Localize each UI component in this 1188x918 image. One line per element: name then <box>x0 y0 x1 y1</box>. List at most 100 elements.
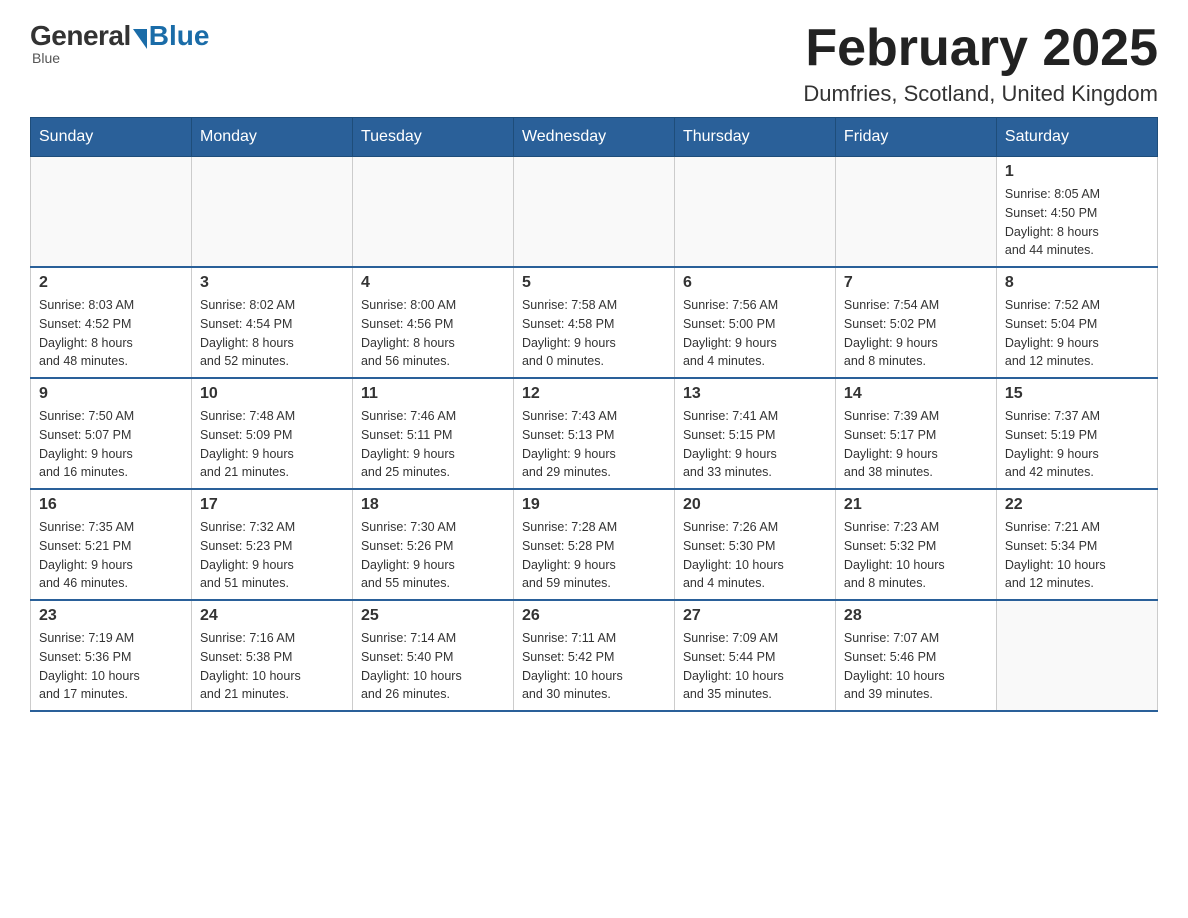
calendar-cell <box>352 157 513 268</box>
logo-blue-text: Blue <box>149 20 210 52</box>
day-info: Sunrise: 7:07 AMSunset: 5:46 PMDaylight:… <box>844 629 988 704</box>
calendar-cell: 9 Sunrise: 7:50 AMSunset: 5:07 PMDaylight… <box>31 378 192 489</box>
calendar-cell: 18 Sunrise: 7:30 AMSunset: 5:26 PMDayligh… <box>352 489 513 600</box>
day-info: Sunrise: 7:16 AMSunset: 5:38 PMDaylight:… <box>200 629 344 704</box>
day-number: 22 <box>1005 496 1149 514</box>
page-title: February 2025 <box>803 20 1158 77</box>
day-info: Sunrise: 7:52 AMSunset: 5:04 PMDaylight:… <box>1005 296 1149 371</box>
calendar-cell: 1 Sunrise: 8:05 AMSunset: 4:50 PMDaylight… <box>996 157 1157 268</box>
day-info: Sunrise: 7:23 AMSunset: 5:32 PMDaylight:… <box>844 518 988 593</box>
calendar-cell: 27 Sunrise: 7:09 AMSunset: 5:44 PMDayligh… <box>674 600 835 711</box>
day-number: 12 <box>522 385 666 403</box>
day-number: 10 <box>200 385 344 403</box>
weekday-header-thursday: Thursday <box>674 118 835 157</box>
day-info: Sunrise: 7:41 AMSunset: 5:15 PMDaylight:… <box>683 407 827 482</box>
week-row-3: 9 Sunrise: 7:50 AMSunset: 5:07 PMDaylight… <box>31 378 1158 489</box>
weekday-header-monday: Monday <box>191 118 352 157</box>
day-number: 13 <box>683 385 827 403</box>
day-number: 21 <box>844 496 988 514</box>
day-number: 20 <box>683 496 827 514</box>
day-info: Sunrise: 8:05 AMSunset: 4:50 PMDaylight:… <box>1005 185 1149 260</box>
day-info: Sunrise: 7:30 AMSunset: 5:26 PMDaylight:… <box>361 518 505 593</box>
calendar-cell <box>31 157 192 268</box>
day-number: 23 <box>39 607 183 625</box>
calendar-cell: 13 Sunrise: 7:41 AMSunset: 5:15 PMDayligh… <box>674 378 835 489</box>
day-info: Sunrise: 7:37 AMSunset: 5:19 PMDaylight:… <box>1005 407 1149 482</box>
day-info: Sunrise: 7:39 AMSunset: 5:17 PMDaylight:… <box>844 407 988 482</box>
day-info: Sunrise: 7:28 AMSunset: 5:28 PMDaylight:… <box>522 518 666 593</box>
calendar-cell: 26 Sunrise: 7:11 AMSunset: 5:42 PMDayligh… <box>513 600 674 711</box>
day-info: Sunrise: 7:43 AMSunset: 5:13 PMDaylight:… <box>522 407 666 482</box>
calendar-cell: 15 Sunrise: 7:37 AMSunset: 5:19 PMDayligh… <box>996 378 1157 489</box>
calendar-cell: 8Sunrise: 7:52 AMSunset: 5:04 PMDaylight… <box>996 267 1157 378</box>
logo-arrow-icon <box>133 29 147 49</box>
page-subtitle: Dumfries, Scotland, United Kingdom <box>803 81 1158 107</box>
day-number: 6 <box>683 274 827 292</box>
calendar-cell: 14 Sunrise: 7:39 AMSunset: 5:17 PMDayligh… <box>835 378 996 489</box>
weekday-header-sunday: Sunday <box>31 118 192 157</box>
week-row-4: 16 Sunrise: 7:35 AMSunset: 5:21 PMDayligh… <box>31 489 1158 600</box>
day-number: 19 <box>522 496 666 514</box>
calendar-cell: 28 Sunrise: 7:07 AMSunset: 5:46 PMDayligh… <box>835 600 996 711</box>
calendar-header: SundayMondayTuesdayWednesdayThursdayFrid… <box>31 118 1158 157</box>
week-row-2: 2Sunrise: 8:03 AMSunset: 4:52 PMDaylight… <box>31 267 1158 378</box>
day-number: 2 <box>39 274 183 292</box>
day-info: Sunrise: 8:00 AMSunset: 4:56 PMDaylight:… <box>361 296 505 371</box>
weekday-header-wednesday: Wednesday <box>513 118 674 157</box>
week-row-5: 23 Sunrise: 7:19 AMSunset: 5:36 PMDayligh… <box>31 600 1158 711</box>
calendar-cell <box>191 157 352 268</box>
day-number: 11 <box>361 385 505 403</box>
day-info: Sunrise: 7:26 AMSunset: 5:30 PMDaylight:… <box>683 518 827 593</box>
day-number: 1 <box>1005 163 1149 181</box>
day-number: 18 <box>361 496 505 514</box>
weekday-header-tuesday: Tuesday <box>352 118 513 157</box>
day-number: 5 <box>522 274 666 292</box>
day-info: Sunrise: 8:02 AMSunset: 4:54 PMDaylight:… <box>200 296 344 371</box>
calendar-cell: 25 Sunrise: 7:14 AMSunset: 5:40 PMDayligh… <box>352 600 513 711</box>
calendar-cell: 23 Sunrise: 7:19 AMSunset: 5:36 PMDayligh… <box>31 600 192 711</box>
day-number: 14 <box>844 385 988 403</box>
logo-subtitle: Blue <box>32 50 60 66</box>
day-info: Sunrise: 7:19 AMSunset: 5:36 PMDaylight:… <box>39 629 183 704</box>
calendar-cell: 4 Sunrise: 8:00 AMSunset: 4:56 PMDaylight… <box>352 267 513 378</box>
weekday-header-friday: Friday <box>835 118 996 157</box>
day-info: Sunrise: 7:50 AMSunset: 5:07 PMDaylight:… <box>39 407 183 482</box>
day-number: 7 <box>844 274 988 292</box>
day-number: 4 <box>361 274 505 292</box>
week-row-1: 1 Sunrise: 8:05 AMSunset: 4:50 PMDaylight… <box>31 157 1158 268</box>
day-number: 28 <box>844 607 988 625</box>
calendar-cell: 21 Sunrise: 7:23 AMSunset: 5:32 PMDayligh… <box>835 489 996 600</box>
day-info: Sunrise: 7:35 AMSunset: 5:21 PMDaylight:… <box>39 518 183 593</box>
calendar-table: SundayMondayTuesdayWednesdayThursdayFrid… <box>30 117 1158 712</box>
day-number: 26 <box>522 607 666 625</box>
day-number: 25 <box>361 607 505 625</box>
calendar-cell: 16 Sunrise: 7:35 AMSunset: 5:21 PMDayligh… <box>31 489 192 600</box>
day-info: Sunrise: 7:14 AMSunset: 5:40 PMDaylight:… <box>361 629 505 704</box>
calendar-cell: 2Sunrise: 8:03 AMSunset: 4:52 PMDaylight… <box>31 267 192 378</box>
calendar-cell <box>513 157 674 268</box>
logo-general-text: General <box>30 20 131 52</box>
day-number: 16 <box>39 496 183 514</box>
day-info: Sunrise: 7:21 AMSunset: 5:34 PMDaylight:… <box>1005 518 1149 593</box>
day-info: Sunrise: 7:09 AMSunset: 5:44 PMDaylight:… <box>683 629 827 704</box>
calendar-cell: 7 Sunrise: 7:54 AMSunset: 5:02 PMDaylight… <box>835 267 996 378</box>
day-info: Sunrise: 7:32 AMSunset: 5:23 PMDaylight:… <box>200 518 344 593</box>
calendar-cell <box>835 157 996 268</box>
weekday-header-saturday: Saturday <box>996 118 1157 157</box>
calendar-cell: 3Sunrise: 8:02 AMSunset: 4:54 PMDaylight… <box>191 267 352 378</box>
calendar-body: 1 Sunrise: 8:05 AMSunset: 4:50 PMDaylight… <box>31 157 1158 712</box>
day-info: Sunrise: 7:11 AMSunset: 5:42 PMDaylight:… <box>522 629 666 704</box>
day-number: 27 <box>683 607 827 625</box>
day-info: Sunrise: 7:54 AMSunset: 5:02 PMDaylight:… <box>844 296 988 371</box>
day-info: Sunrise: 7:46 AMSunset: 5:11 PMDaylight:… <box>361 407 505 482</box>
calendar-cell: 19 Sunrise: 7:28 AMSunset: 5:28 PMDayligh… <box>513 489 674 600</box>
calendar-cell <box>674 157 835 268</box>
calendar-cell: 24 Sunrise: 7:16 AMSunset: 5:38 PMDayligh… <box>191 600 352 711</box>
day-number: 9 <box>39 385 183 403</box>
calendar-cell: 22 Sunrise: 7:21 AMSunset: 5:34 PMDayligh… <box>996 489 1157 600</box>
day-number: 15 <box>1005 385 1149 403</box>
calendar-cell <box>996 600 1157 711</box>
calendar-cell: 20 Sunrise: 7:26 AMSunset: 5:30 PMDayligh… <box>674 489 835 600</box>
day-number: 24 <box>200 607 344 625</box>
day-info: Sunrise: 7:58 AMSunset: 4:58 PMDaylight:… <box>522 296 666 371</box>
